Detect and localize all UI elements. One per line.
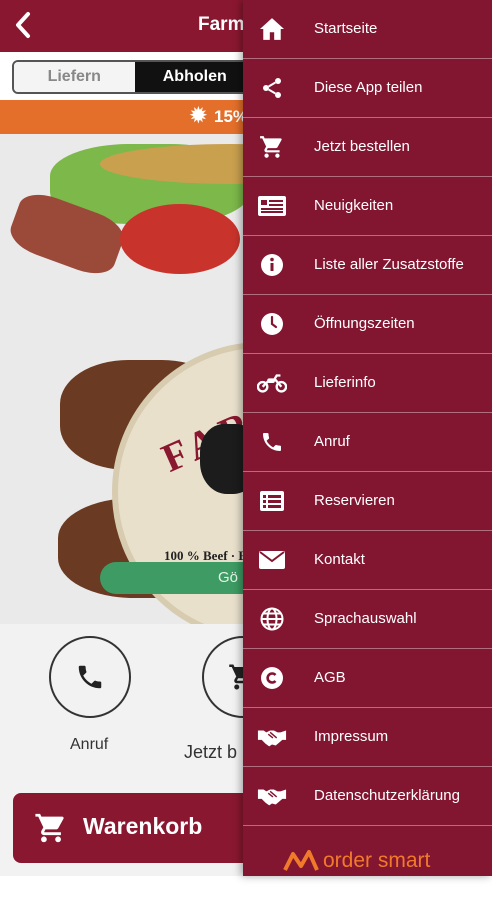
menu-label: Diese App teilen: [314, 79, 423, 96]
news-icon: [257, 193, 287, 219]
menu-item-terms[interactable]: AGB: [243, 649, 492, 708]
menu-item-opening-hours[interactable]: Öffnungszeiten: [243, 295, 492, 354]
call-action-button[interactable]: [49, 636, 131, 718]
menu-item-language[interactable]: Sprachauswahl: [243, 590, 492, 649]
menu-item-home[interactable]: Startseite: [243, 0, 492, 59]
menu-item-reserve[interactable]: Reservieren: [243, 472, 492, 531]
copyright-icon: [257, 665, 287, 691]
order-type-toggle: Liefern Abholen: [12, 60, 257, 94]
sun-badge-icon: ✹: [190, 105, 207, 127]
tab-pickup[interactable]: Abholen: [134, 62, 255, 92]
order-smart-brand[interactable]: order smart: [283, 846, 430, 876]
menu-label: Lieferinfo: [314, 374, 376, 391]
order-action-label: Jetzt b: [184, 742, 238, 762]
menu-label: Startseite: [314, 20, 378, 37]
handshake-icon: [257, 783, 287, 809]
phone-icon: [78, 665, 102, 689]
tab-delivery[interactable]: Liefern: [14, 62, 135, 92]
brand-text: order smart: [323, 849, 431, 872]
menu-item-order-now[interactable]: Jetzt bestellen: [243, 118, 492, 177]
back-button[interactable]: [12, 10, 42, 42]
chevron-left-icon: [16, 12, 30, 38]
menu-label: Kontakt: [314, 551, 365, 568]
home-icon: [257, 16, 287, 42]
cart-icon: [257, 134, 287, 160]
clock-icon: [257, 311, 287, 337]
share-icon: [257, 75, 287, 101]
menu-item-call[interactable]: Anruf: [243, 413, 492, 472]
tomato-graphic: [120, 204, 240, 274]
phone-icon: [257, 429, 287, 455]
menu-item-additives[interactable]: Liste aller Zusatzstoffe: [243, 236, 492, 295]
menu-item-share[interactable]: Diese App teilen: [243, 59, 492, 118]
motorcycle-icon: [257, 370, 287, 396]
menu-label: Anruf: [314, 433, 350, 450]
menu-item-delivery-info[interactable]: Lieferinfo: [243, 354, 492, 413]
cart-button-label: Warenkorb: [83, 813, 203, 839]
menu-label: Jetzt bestellen: [314, 138, 410, 155]
menu-label: Neuigkeiten: [314, 197, 394, 214]
menu-item-imprint[interactable]: Impressum: [243, 708, 492, 767]
menu-label: Öffnungszeiten: [314, 315, 415, 332]
menu-item-contact[interactable]: Kontakt: [243, 531, 492, 590]
menu-item-privacy[interactable]: Datenschutzerklärung: [243, 767, 492, 826]
call-action-label: Anruf: [70, 736, 109, 753]
menu-label: Liste aller Zusatzstoffe: [314, 256, 464, 273]
navigation-drawer: Startseite Diese App teilen Jetzt bestel…: [243, 0, 492, 876]
menu-label: Impressum: [314, 728, 389, 745]
menu-label: Reservieren: [314, 492, 395, 509]
list-icon: [257, 488, 287, 514]
restaurant-title: Farml: [198, 14, 250, 35]
menu-item-news[interactable]: Neuigkeiten: [243, 177, 492, 236]
handshake-icon: [257, 724, 287, 750]
globe-icon: [257, 606, 287, 632]
menu-label: Sprachauswahl: [314, 610, 417, 627]
order-smart-logo-icon: [283, 850, 319, 871]
menu-label: Datenschutzerklärung: [314, 787, 460, 804]
menu-label: AGB: [314, 669, 346, 686]
envelope-icon: [257, 547, 287, 573]
info-icon: [257, 252, 287, 278]
cart-icon: [35, 813, 64, 843]
